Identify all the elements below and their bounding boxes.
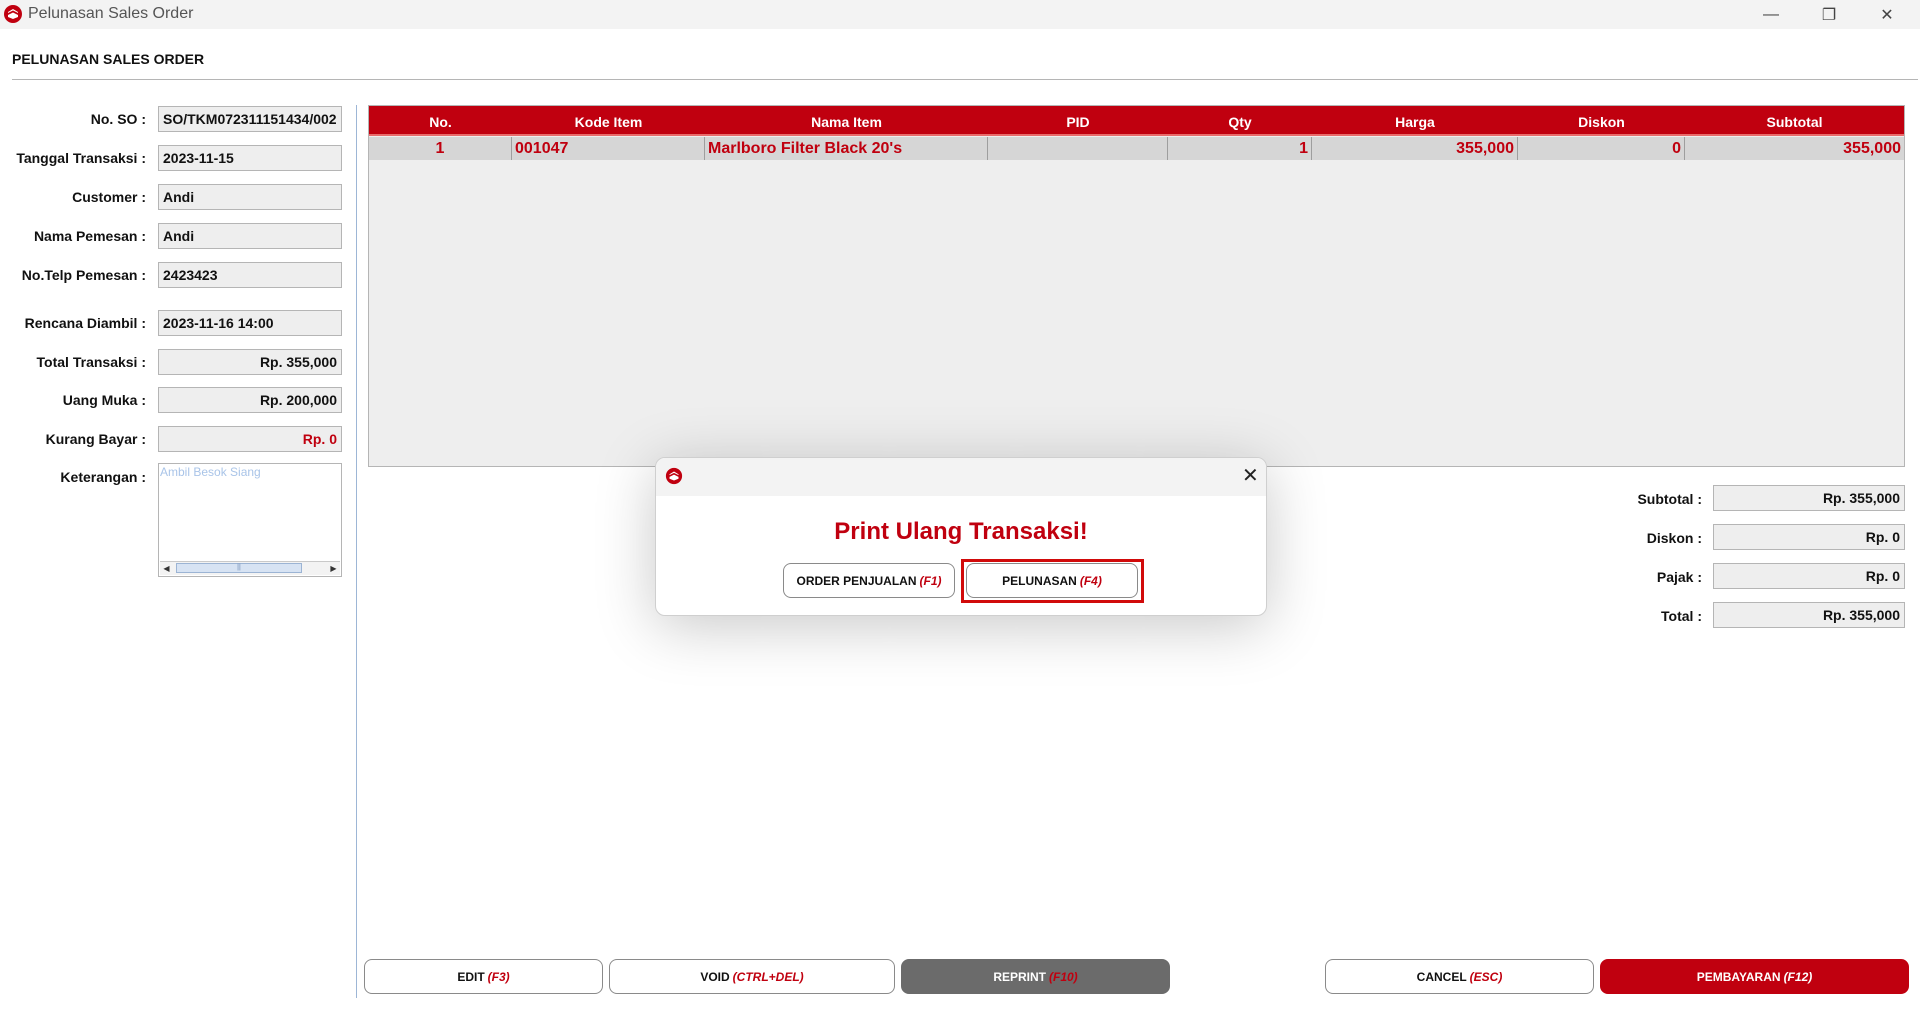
edit-shortcut: (F3) [487, 969, 510, 984]
cell-kode-item: 001047 [512, 137, 705, 160]
summary-diskon-field: Rp. 0 [1713, 524, 1905, 550]
close-icon: ✕ [1880, 6, 1894, 24]
dialog-close-icon[interactable]: ✕ [1242, 466, 1259, 486]
summary-subtotal-label: Subtotal : [1637, 491, 1702, 507]
summary-subtotal-field: Rp. 355,000 [1713, 485, 1905, 511]
no-so-field[interactable]: SO/TKM072311151434/002 [158, 106, 342, 132]
pembayaran-shortcut: (F12) [1783, 969, 1813, 984]
cell-subtotal: 355,000 [1843, 140, 1901, 157]
reprint-button-label: REPRINT [993, 969, 1046, 984]
window-title: Pelunasan Sales Order [28, 5, 194, 22]
rencana-diambil-label: Rencana Diambil : [24, 315, 146, 331]
uang-muka-field[interactable]: Rp. 200,000 [158, 387, 342, 413]
restore-icon: ❐ [1821, 6, 1837, 24]
order-penjualan-shortcut: (F1) [919, 573, 942, 588]
cell-nama-item: Marlboro Filter Black 20's [705, 137, 988, 160]
cancel-shortcut: (ESC) [1469, 969, 1503, 984]
col-header-no[interactable]: No. [369, 106, 512, 134]
scroll-thumb[interactable]: || [176, 563, 302, 573]
edit-button[interactable]: EDIT (F3) [364, 959, 603, 994]
pembayaran-button[interactable]: PEMBAYARAN (F12) [1600, 959, 1909, 994]
nama-pemesan-label: Nama Pemesan : [33, 228, 146, 244]
reprint-shortcut: (F10) [1049, 969, 1078, 984]
uang-muka-label: Uang Muka : [62, 392, 146, 408]
customer-label: Customer : [72, 189, 146, 205]
summary-total-field: Rp. 355,000 [1713, 602, 1905, 628]
app-logo-icon [4, 5, 22, 23]
cell-diskon: 0 [1518, 137, 1685, 160]
telp-pemesan-label: No.Telp Pemesan : [21, 267, 146, 283]
no-so-label: No. SO : [90, 111, 146, 127]
panel-divider [356, 105, 357, 998]
keterangan-scrollbar[interactable]: ◀ || ▶ [160, 561, 340, 575]
void-button[interactable]: VOID (CTRL+DEL) [609, 959, 895, 994]
cell-no: 1 [369, 137, 512, 160]
scroll-right-icon[interactable]: ▶ [327, 562, 340, 575]
col-header-kode-item[interactable]: Kode Item [512, 106, 705, 134]
col-header-diskon[interactable]: Diskon [1518, 106, 1685, 134]
cell-harga: 355,000 [1312, 137, 1518, 160]
table-header: No. Kode Item Nama Item PID Qty Harga Di… [369, 106, 1904, 136]
page-title: PELUNASAN SALES ORDER [12, 51, 205, 67]
minimize-icon: — [1763, 5, 1779, 23]
telp-pemesan-field[interactable]: 2423423 [158, 262, 342, 288]
col-header-subtotal[interactable]: Subtotal [1685, 106, 1904, 134]
cancel-button-label: CANCEL [1416, 969, 1467, 984]
tanggal-transaksi-label: Tanggal Transaksi : [16, 150, 146, 166]
reprint-button[interactable]: REPRINT (F10) [901, 959, 1170, 994]
summary-total-label: Total : [1661, 608, 1702, 624]
summary-pajak-label: Pajak : [1656, 569, 1702, 585]
total-transaksi-label: Total Transaksi : [36, 354, 146, 370]
kurang-bayar-label: Kurang Bayar : [45, 431, 146, 447]
close-window-button[interactable]: ✕ [1858, 0, 1916, 29]
header-divider [12, 79, 1918, 80]
void-button-label: VOID [700, 969, 730, 984]
tanggal-transaksi-field[interactable]: 2023-11-15 [158, 145, 342, 171]
void-shortcut: (CTRL+DEL) [732, 969, 804, 984]
pembayaran-button-label: PEMBAYARAN [1696, 969, 1781, 984]
app-logo-icon [665, 467, 683, 485]
window-titlebar: Pelunasan Sales Order — ❐ ✕ [0, 0, 1920, 29]
edit-button-label: EDIT [457, 969, 485, 984]
items-table: No. Kode Item Nama Item PID Qty Harga Di… [368, 105, 1905, 467]
nama-pemesan-field[interactable]: Andi [158, 223, 342, 249]
cell-pid [988, 137, 1168, 160]
summary-pajak-field: Rp. 0 [1713, 563, 1905, 589]
order-penjualan-label: ORDER PENJUALAN [796, 573, 917, 588]
cell-qty: 1 [1168, 137, 1312, 160]
col-header-harga[interactable]: Harga [1312, 106, 1518, 134]
col-header-nama-item[interactable]: Nama Item [705, 106, 988, 134]
col-header-qty[interactable]: Qty [1168, 106, 1312, 134]
col-header-pid[interactable]: PID [988, 106, 1168, 134]
minimize-button[interactable]: — [1742, 0, 1800, 29]
dialog-titlebar: ✕ [656, 458, 1266, 496]
pelunasan-focus-highlight [961, 559, 1144, 603]
kurang-bayar-field[interactable]: Rp. 0 [158, 426, 342, 452]
table-row[interactable]: 1 001047 Marlboro Filter Black 20's 1 35… [369, 137, 1904, 160]
rencana-diambil-field[interactable]: 2023-11-16 14:00 [158, 310, 342, 336]
restore-button[interactable]: ❐ [1800, 0, 1858, 29]
dialog-message: Print Ulang Transaksi! [834, 518, 1088, 545]
customer-field[interactable]: Andi [158, 184, 342, 210]
summary-diskon-label: Diskon : [1646, 530, 1702, 546]
total-transaksi-field[interactable]: Rp. 355,000 [158, 349, 342, 375]
cancel-button[interactable]: CANCEL (ESC) [1325, 959, 1594, 994]
keterangan-placeholder: Ambil Besok Siang [160, 465, 261, 479]
order-penjualan-button[interactable]: ORDER PENJUALAN (F1) [783, 563, 955, 598]
keterangan-textarea[interactable]: Ambil Besok Siang ◀ || ▶ [158, 463, 342, 577]
scroll-left-icon[interactable]: ◀ [160, 562, 173, 575]
keterangan-label: Keterangan : [60, 469, 146, 485]
